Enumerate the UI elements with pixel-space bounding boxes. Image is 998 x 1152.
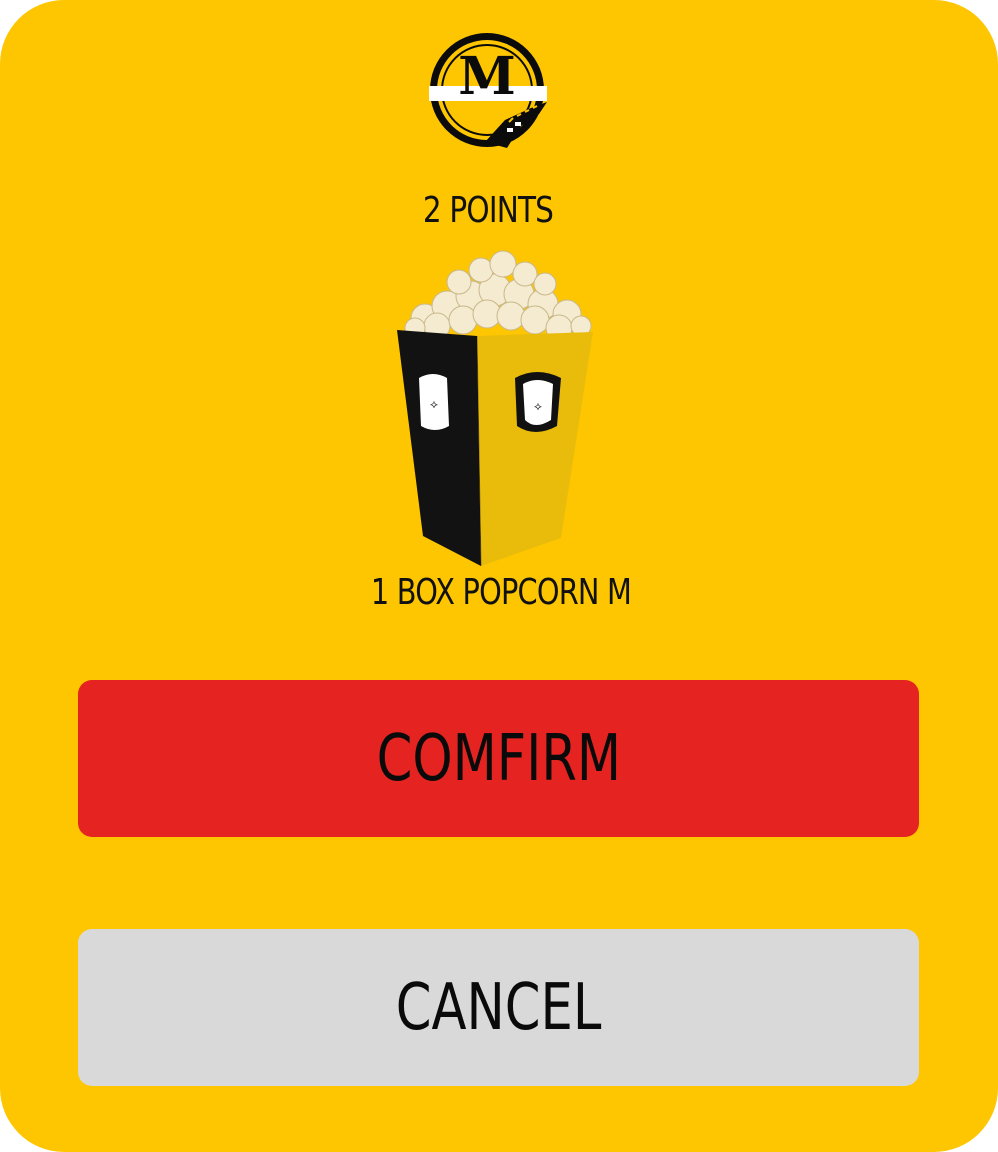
svg-text:⟡: ⟡ xyxy=(534,399,542,413)
product-name-label: 1 BOX POPCORN M xyxy=(370,572,632,613)
confirm-button[interactable]: COMFIRM xyxy=(78,680,919,837)
logo-letter: M xyxy=(458,46,516,107)
svg-text:⟡: ⟡ xyxy=(430,397,438,411)
points-cost-label: 2 POINTS xyxy=(422,190,554,231)
cinema-logo-icon: M xyxy=(427,30,551,154)
redeem-dialog: M 2 POINTS ⟡ ⟡ 1 BOX POPCORN M COMFIRM C… xyxy=(0,0,998,1152)
cancel-button[interactable]: CANCEL xyxy=(78,929,919,1086)
popcorn-box-image: ⟡ ⟡ xyxy=(385,248,605,568)
confirm-button-label: COMFIRM xyxy=(376,721,621,796)
cancel-button-label: CANCEL xyxy=(395,970,602,1045)
